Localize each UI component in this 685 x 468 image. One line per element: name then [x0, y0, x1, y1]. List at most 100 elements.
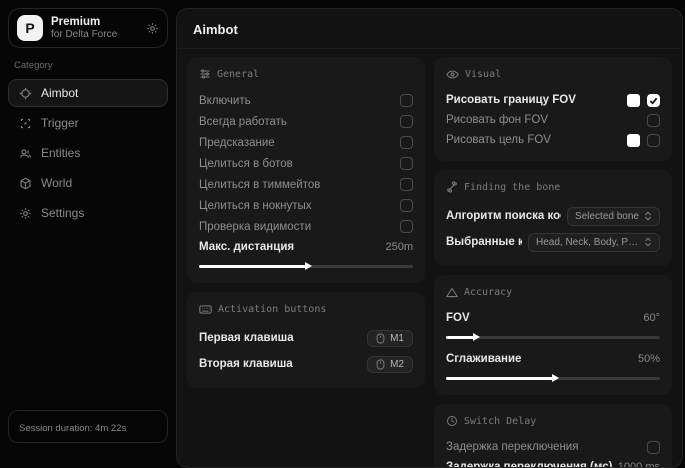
sidebar-item-label: Trigger [41, 116, 79, 130]
bone-icon [446, 181, 458, 193]
fov-slider[interactable] [446, 331, 660, 343]
max-distance-slider[interactable] [199, 260, 413, 272]
slider-label: Задержка переключения (мс) [446, 461, 612, 468]
visual-label: Рисовать цель FOV [446, 134, 551, 146]
brand-title: Premium [51, 16, 138, 29]
selected-bones-select[interactable]: Head, Neck, Body, Pe.. [528, 233, 660, 252]
settings-gear-icon [19, 207, 32, 220]
checkbox[interactable] [647, 114, 660, 127]
sidebar-item-world[interactable]: World [8, 169, 168, 197]
slider-thumb[interactable] [305, 262, 312, 270]
activation-card-title: Activation buttons [199, 301, 413, 317]
keybind-label: Вторая клавиша [199, 358, 293, 370]
switch-delay-card: Switch Delay Задержка переключения Задер… [434, 404, 672, 468]
visual-controls [627, 94, 660, 107]
switch-delay-card-title: Switch Delay [446, 413, 660, 429]
bone-card-title: Finding the bone [446, 179, 660, 195]
checkbox[interactable] [647, 441, 660, 454]
general-card-title: General [199, 66, 413, 82]
bone-row: Выбранные кос Head, Neck, Body, Pe.. [446, 229, 660, 255]
main-panel: Aimbot General Включить Всег [176, 8, 683, 468]
color-swatch[interactable] [627, 134, 640, 147]
brand-subtitle: for Delta Force [51, 29, 138, 41]
slider-value: 250m [385, 241, 413, 253]
sidebar-item-entities[interactable]: Entities [8, 139, 168, 167]
checkbox[interactable] [647, 134, 660, 147]
slider-label-row: Задержка переключения (мс) 1000 ms [446, 457, 660, 468]
visual-controls [647, 114, 660, 127]
sidebar: P Premium for Delta Force Category Aimbo… [0, 0, 176, 449]
clock-icon [446, 415, 458, 427]
gear-icon[interactable] [146, 22, 159, 35]
keybind-label: Первая клавиша [199, 332, 294, 344]
slider-track[interactable] [199, 265, 413, 268]
color-swatch[interactable] [627, 94, 640, 107]
accuracy-card: Accuracy FOV 60° Сглаживание 50% [434, 275, 672, 395]
slider-label: Макс. дистанция [199, 241, 294, 253]
bone-row: Алгоритм поиска кост Selected bone [446, 203, 660, 229]
setting-label: Включить [199, 95, 251, 107]
checkbox[interactable] [400, 220, 413, 233]
setting-row: Включить [199, 90, 413, 111]
visual-label: Рисовать фон FOV [446, 114, 548, 126]
keybind-row: Первая клавиша M1 [199, 325, 413, 351]
bone-label: Алгоритм поиска кост [446, 210, 561, 222]
sidebar-item-settings[interactable]: Settings [8, 199, 168, 227]
slider-thumb[interactable] [473, 333, 480, 341]
slider-label-row: Сглаживание 50% [446, 349, 660, 369]
slider-label-row: Макс. дистанция 250m [199, 237, 413, 257]
sidebar-nav: Aimbot Trigger Entities [8, 79, 168, 227]
page-title: Aimbot [177, 9, 682, 49]
checkbox[interactable] [400, 115, 413, 128]
setting-row: Предсказание [199, 132, 413, 153]
accuracy-card-title: Accuracy [446, 284, 660, 300]
session-duration: Session duration: 4m 22s [8, 410, 168, 443]
setting-row: Задержка переключения [446, 437, 660, 457]
visual-label: Рисовать границу FOV [446, 94, 576, 106]
checkbox[interactable] [400, 136, 413, 149]
content: General Включить Всегда работать Предска… [177, 49, 682, 468]
sidebar-item-label: Entities [41, 146, 80, 160]
checkbox[interactable] [400, 94, 413, 107]
checkbox[interactable] [400, 178, 413, 191]
bone-algorithm-select[interactable]: Selected bone [567, 207, 660, 226]
keybind-button[interactable]: M1 [367, 330, 413, 347]
activation-card: Activation buttons Первая клавиша M1 Вто… [187, 292, 425, 388]
slider-value: 50% [638, 353, 660, 365]
smoothing-slider[interactable] [446, 372, 660, 384]
slider-label-row: FOV 60° [446, 308, 660, 328]
checkbox[interactable] [400, 157, 413, 170]
bone-card: Finding the bone Алгоритм поиска кост Se… [434, 170, 672, 266]
slider-track[interactable] [446, 336, 660, 339]
brand-text: Premium for Delta Force [51, 16, 138, 41]
category-label: Category [14, 60, 162, 71]
general-card: General Включить Всегда работать Предска… [187, 57, 425, 283]
app-logo: P [17, 15, 43, 41]
checkbox[interactable] [400, 199, 413, 212]
brand-card: P Premium for Delta Force [8, 8, 168, 48]
slider-thumb[interactable] [552, 374, 559, 382]
eye-icon [446, 69, 459, 80]
unfold-icon [644, 237, 652, 247]
visual-row: Рисовать фон FOV [446, 110, 660, 130]
sidebar-item-trigger[interactable]: Trigger [8, 109, 168, 137]
setting-row: Целиться в ботов [199, 153, 413, 174]
slider-fill [446, 336, 474, 339]
crosshair-icon [19, 87, 32, 100]
right-column: Visual Рисовать границу FOV Рисовать фон… [434, 57, 672, 468]
slider-fill [446, 377, 553, 380]
visual-card: Visual Рисовать границу FOV Рисовать фон… [434, 57, 672, 161]
setting-row: Всегда работать [199, 111, 413, 132]
setting-label: Целиться в нокнутых [199, 200, 312, 212]
setting-row: Целиться в нокнутых [199, 195, 413, 216]
visual-row: Рисовать границу FOV [446, 90, 660, 110]
mouse-icon [376, 359, 385, 370]
setting-row: Целиться в тиммейтов [199, 174, 413, 195]
checkbox[interactable] [647, 94, 660, 107]
keybind-button[interactable]: M2 [367, 356, 413, 373]
slider-track[interactable] [446, 377, 660, 380]
triangle-icon [446, 287, 458, 298]
sidebar-item-label: Aimbot [41, 86, 78, 100]
sidebar-item-aimbot[interactable]: Aimbot [8, 79, 168, 107]
entities-icon [19, 147, 32, 160]
